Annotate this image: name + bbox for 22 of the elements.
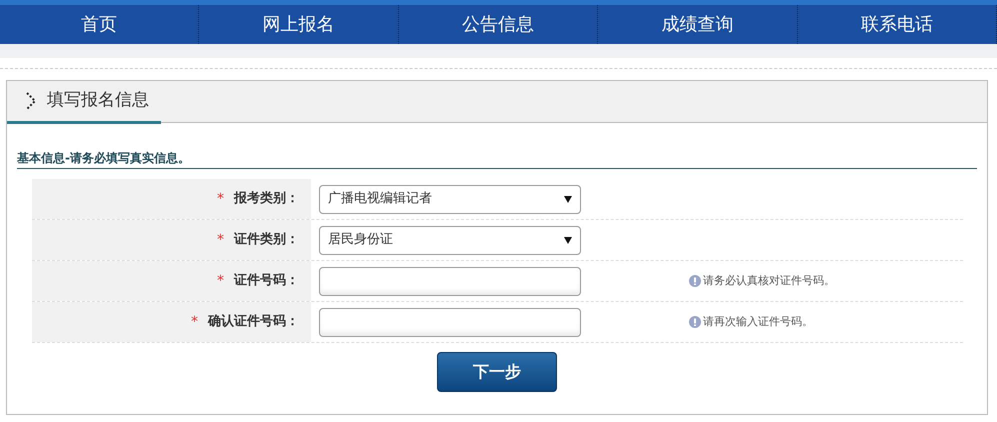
required-mark: *: [217, 272, 224, 290]
required-mark: *: [191, 312, 198, 332]
field-label: 证件类别：: [234, 231, 299, 250]
dropdown[interactable]: 居民身份证: [319, 226, 581, 254]
field-hint: 请务必认真核对证件号码。: [703, 272, 835, 289]
field-label: 证件号码：: [234, 272, 299, 290]
field-hint: 请再次输入证件号码。: [703, 314, 813, 330]
section-title: 基本信息-请务必填写真实信息。: [17, 149, 977, 169]
info-icon: [689, 275, 701, 287]
caret-icon: [564, 196, 572, 202]
field-label: 确认证件号码：: [208, 313, 299, 332]
input-field[interactable]: [319, 266, 581, 296]
caret-icon: [564, 236, 572, 244]
field-label: 报考类别：: [234, 190, 299, 208]
panel-tab[interactable]: 填写报名信息: [7, 81, 161, 124]
info-icon: [689, 316, 701, 328]
input-field[interactable]: [319, 308, 581, 336]
chevron-icon: [25, 91, 37, 111]
required-mark: *: [217, 190, 224, 208]
next-button[interactable]: 下一步: [437, 352, 557, 392]
required-mark: *: [217, 230, 224, 250]
dropdown[interactable]: 广播电视编辑记者: [319, 184, 581, 214]
